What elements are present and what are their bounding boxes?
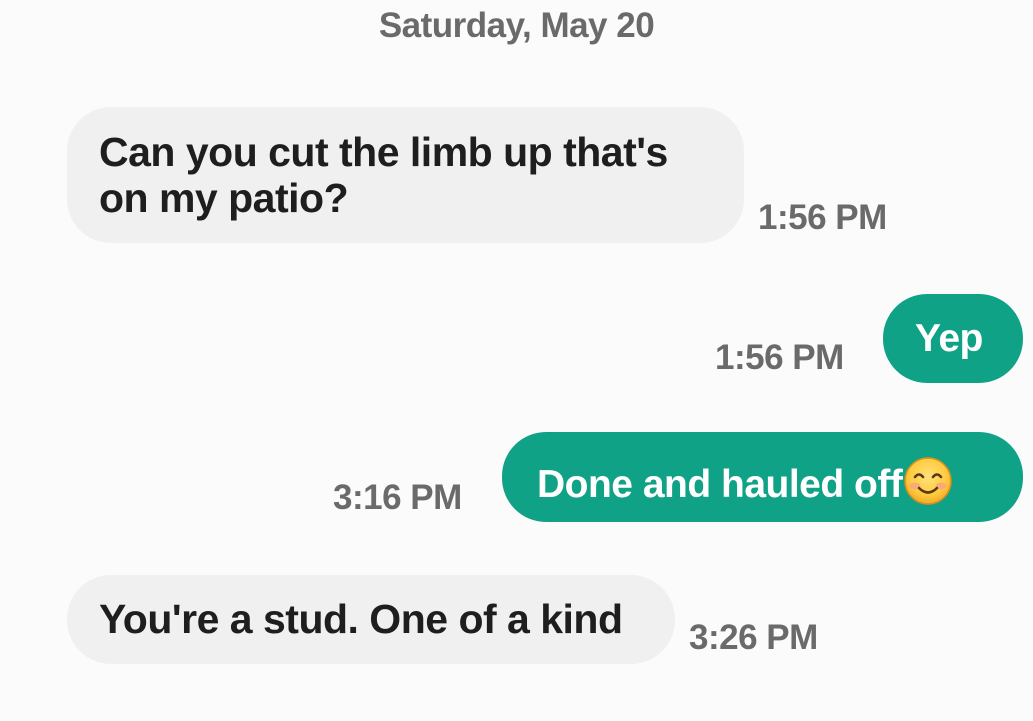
message-text: You're a stud. One of a kind (99, 596, 623, 642)
message-timestamp: 3:26 PM (689, 618, 818, 657)
message-bubble-incoming[interactable]: Can you cut the limb up that's on my pat… (67, 107, 744, 243)
message-timestamp: 1:56 PM (758, 198, 887, 237)
smiling-face-emoji-icon (904, 457, 953, 505)
message-bubble-outgoing[interactable]: Done and hauled off (502, 432, 1023, 522)
message-bubble-outgoing[interactable]: Yep (883, 294, 1023, 383)
date-header: Saturday, May 20 (378, 6, 655, 45)
message-text: Can you cut the limb up that's on my pat… (99, 129, 668, 221)
message-text: Yep (915, 317, 983, 360)
message-timestamp: 3:16 PM (333, 478, 462, 517)
message-text: Done and hauled off (537, 463, 903, 506)
message-bubble-incoming[interactable]: You're a stud. One of a kind (67, 575, 675, 664)
message-timestamp: 1:56 PM (715, 338, 844, 377)
